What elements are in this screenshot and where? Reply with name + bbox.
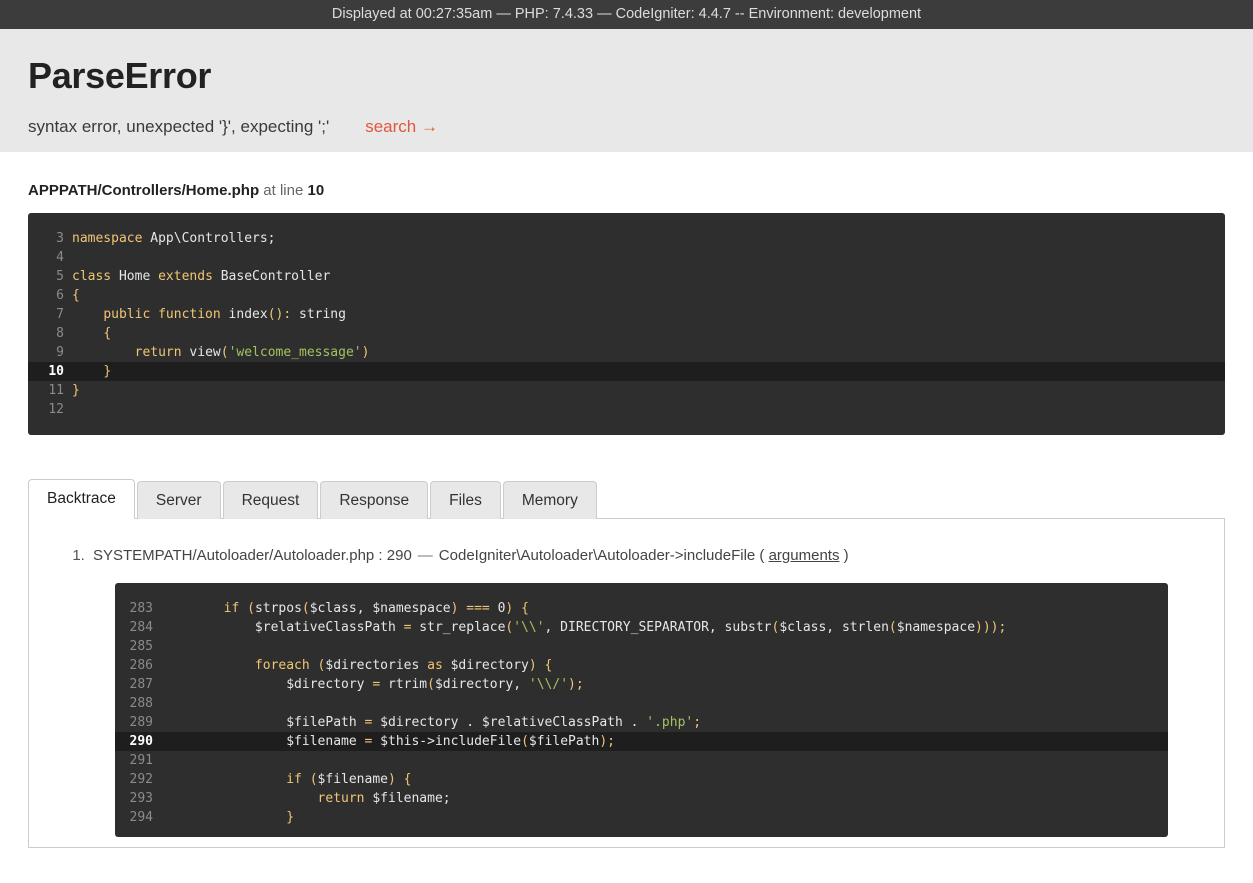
main-code-line-source: [72, 400, 1225, 419]
backtrace-code-line: 284 $relativeClassPath = str_replace('\\…: [115, 618, 1168, 637]
source-file-location: APPPATH/Controllers/Home.php at line 10: [0, 152, 1253, 213]
main-code-line-number: 9: [28, 343, 72, 362]
backtrace-code-line-number: 292: [115, 770, 161, 789]
main-code-line-number: 8: [28, 324, 72, 343]
backtrace-file-path: SYSTEMPATH/Autoloader/Autoloader.php : 2…: [93, 547, 412, 564]
main-source-code-block: 3namespace App\Controllers;4 5class Home…: [28, 213, 1225, 435]
debug-tabs[interactable]: BacktraceServerRequestResponseFilesMemor…: [28, 479, 1225, 519]
backtrace-code-line-number: 294: [115, 808, 161, 827]
backtrace-code-line-source: if ($filename) {: [161, 770, 1168, 789]
backtrace-code-line-source: foreach ($directories as $directory) {: [161, 656, 1168, 675]
backtrace-code-line-source: return $filename;: [161, 789, 1168, 808]
tab-request[interactable]: Request: [223, 481, 319, 519]
source-line-number: 10: [308, 182, 325, 199]
tab-server[interactable]: Server: [137, 481, 221, 519]
source-at-label: at line: [263, 182, 303, 199]
error-subheader-row: syntax error, unexpected '}', expecting …: [28, 117, 1225, 137]
environment-bar: Displayed at 00:27:35am — PHP: 7.4.33 — …: [0, 0, 1253, 29]
main-code-line-number: 6: [28, 286, 72, 305]
backtrace-code-line-number: 291: [115, 751, 161, 770]
backtrace-code-line-number: 285: [115, 637, 161, 656]
main-code-table: 3namespace App\Controllers;4 5class Home…: [28, 229, 1225, 419]
main-code-line-source: return view('welcome_message'): [72, 343, 1225, 362]
tab-panel-backtrace: SYSTEMPATH/Autoloader/Autoloader.php : 2…: [28, 518, 1225, 848]
error-header: ParseError syntax error, unexpected '}',…: [0, 29, 1253, 152]
main-code-line-source: }: [72, 381, 1225, 400]
main-code-line-source: {: [72, 286, 1225, 305]
backtrace-code-line: 286 foreach ($directories as $directory)…: [115, 656, 1168, 675]
backtrace-code-line: 287 $directory = rtrim($directory, '\\/'…: [115, 675, 1168, 694]
backtrace-code-table: 283 if (strpos($class, $namespace) === 0…: [115, 599, 1168, 827]
debug-tabs-area: BacktraceServerRequestResponseFilesMemor…: [0, 479, 1253, 848]
main-code-line-source: namespace App\Controllers;: [72, 229, 1225, 248]
backtrace-code-line-source: if (strpos($class, $namespace) === 0) {: [161, 599, 1168, 618]
tab-files[interactable]: Files: [430, 481, 501, 519]
main-code-line-number: 12: [28, 400, 72, 419]
backtrace-code-line: 283 if (strpos($class, $namespace) === 0…: [115, 599, 1168, 618]
backtrace-code-line: 289 $filePath = $directory . $relativeCl…: [115, 713, 1168, 732]
backtrace-code-line: 288: [115, 694, 1168, 713]
main-code-line-source: }: [72, 362, 1225, 381]
main-code-line: 11}: [28, 381, 1225, 400]
main-code-line: 3namespace App\Controllers;: [28, 229, 1225, 248]
main-code-line-source: [72, 248, 1225, 267]
main-code-line-source: class Home extends BaseController: [72, 267, 1225, 286]
backtrace-code-line-source: $filePath = $directory . $relativeClassP…: [161, 713, 1168, 732]
main-code-line: 8 {: [28, 324, 1225, 343]
error-message: syntax error, unexpected '}', expecting …: [28, 117, 329, 137]
search-error-link[interactable]: search →: [365, 117, 438, 137]
backtrace-code-line-source: $relativeClassPath = str_replace('\\', D…: [161, 618, 1168, 637]
backtrace-code-line: 285: [115, 637, 1168, 656]
main-code-line: 10 }: [28, 362, 1225, 381]
main-code-line: 7 public function index(): string: [28, 305, 1225, 324]
backtrace-args-close: ): [839, 547, 848, 564]
tab-backtrace[interactable]: Backtrace: [28, 479, 135, 519]
main-code-line-number: 3: [28, 229, 72, 248]
main-code-line: 12: [28, 400, 1225, 419]
backtrace-code-line-number: 283: [115, 599, 161, 618]
backtrace-code-line: 292 if ($filename) {: [115, 770, 1168, 789]
backtrace-code-line-source: [161, 637, 1168, 656]
backtrace-code-line-number: 293: [115, 789, 161, 808]
backtrace-code-line-source: [161, 751, 1168, 770]
main-code-line-number: 11: [28, 381, 72, 400]
backtrace-dash: —: [412, 547, 439, 564]
backtrace-entry-header: SYSTEMPATH/Autoloader/Autoloader.php : 2…: [93, 545, 1196, 567]
main-code-line-number: 10: [28, 362, 72, 381]
backtrace-code-line-source: [161, 694, 1168, 713]
error-title: ParseError: [28, 55, 1225, 97]
backtrace-code-line-number: 287: [115, 675, 161, 694]
backtrace-code-line-source: $filename = $this->includeFile($filePath…: [161, 732, 1168, 751]
backtrace-code-line-number: 286: [115, 656, 161, 675]
backtrace-source-code-block: 283 if (strpos($class, $namespace) === 0…: [115, 583, 1168, 837]
backtrace-entry: SYSTEMPATH/Autoloader/Autoloader.php : 2…: [89, 545, 1196, 837]
backtrace-code-line: 294 }: [115, 808, 1168, 827]
backtrace-call-signature: CodeIgniter\Autoloader\Autoloader->inclu…: [439, 547, 769, 564]
backtrace-code-line: 290 $filename = $this->includeFile($file…: [115, 732, 1168, 751]
tab-response[interactable]: Response: [320, 481, 428, 519]
backtrace-code-line: 293 return $filename;: [115, 789, 1168, 808]
main-code-line: 5class Home extends BaseController: [28, 267, 1225, 286]
main-code-line-number: 4: [28, 248, 72, 267]
tab-memory[interactable]: Memory: [503, 481, 597, 519]
main-code-line: 6{: [28, 286, 1225, 305]
main-code-line: 4: [28, 248, 1225, 267]
backtrace-arguments-link[interactable]: arguments: [769, 547, 840, 564]
main-code-line-number: 5: [28, 267, 72, 286]
backtrace-code-line: 291: [115, 751, 1168, 770]
backtrace-code-line-number: 284: [115, 618, 161, 637]
backtrace-list: SYSTEMPATH/Autoloader/Autoloader.php : 2…: [29, 545, 1224, 837]
source-file-path: APPPATH/Controllers/Home.php: [28, 182, 259, 199]
main-code-line: 9 return view('welcome_message'): [28, 343, 1225, 362]
backtrace-code-line-number: 288: [115, 694, 161, 713]
backtrace-code-line-number: 289: [115, 713, 161, 732]
backtrace-code-line-source: $directory = rtrim($directory, '\\/');: [161, 675, 1168, 694]
backtrace-code-line-source: }: [161, 808, 1168, 827]
main-code-line-number: 7: [28, 305, 72, 324]
main-code-line-source: public function index(): string: [72, 305, 1225, 324]
backtrace-code-line-number: 290: [115, 732, 161, 751]
main-code-line-source: {: [72, 324, 1225, 343]
